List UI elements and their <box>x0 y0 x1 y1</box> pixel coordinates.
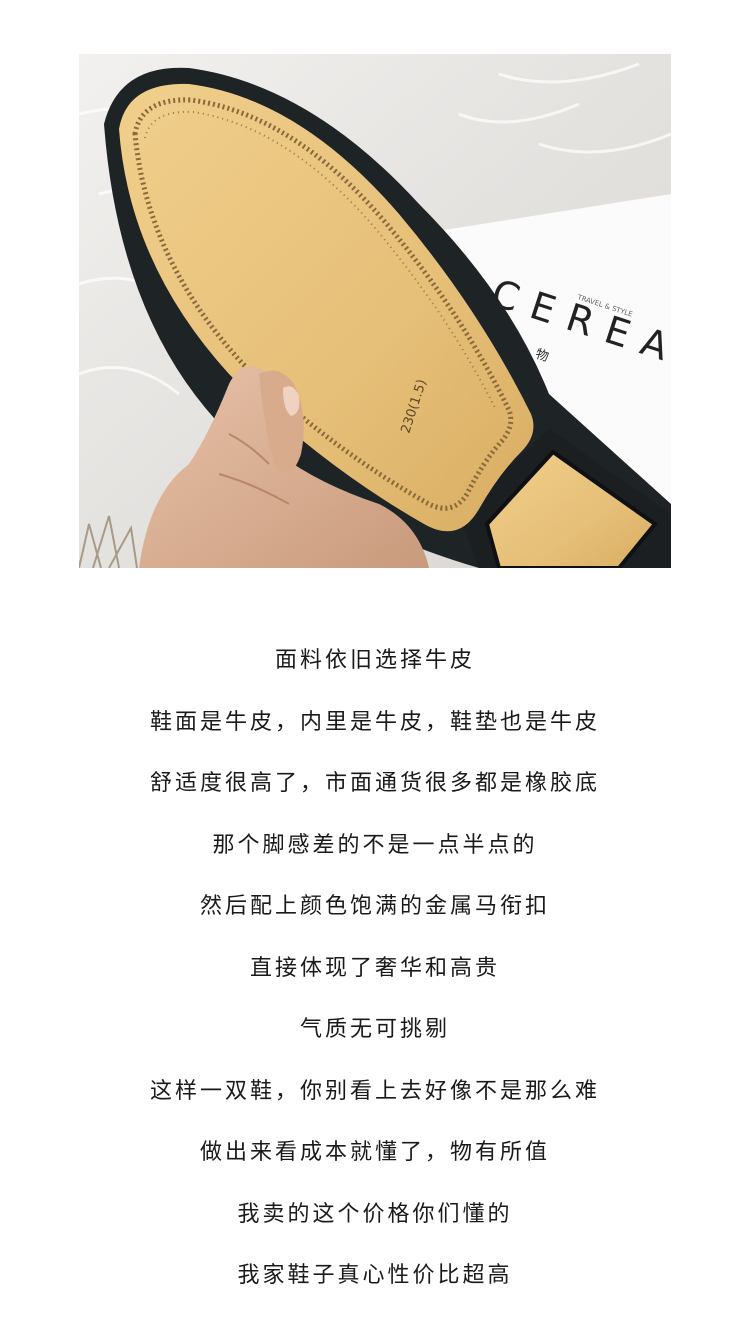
description-line: 我家鞋子真心性价比超高 <box>237 1263 513 1288</box>
description-line: 这样一双鞋，你别看上去好像不是那么难 <box>149 1078 600 1104</box>
description-line: 做出来看成本就懂了，物有所值 <box>199 1140 550 1165</box>
description-line: 直接体现了奢华和高贵 <box>249 955 500 981</box>
description-line: 鞋面是牛皮，内里是牛皮，鞋垫也是牛皮 <box>149 709 600 735</box>
description-line: 我卖的这个价格你们懂的 <box>237 1201 513 1227</box>
description-line: 舒适度很高了，市面通货很多都是橡胶底 <box>149 771 600 796</box>
description-line: 那个脚感差的不是一点半点的 <box>212 832 538 858</box>
shoe-sole-image: CEREAL TRAVEL & STYLE 谷物 230(1.5) <box>79 54 671 568</box>
product-photo: CEREAL TRAVEL & STYLE 谷物 230(1.5) <box>79 54 671 568</box>
description-line: 气质无可挑剔 <box>299 1017 450 1042</box>
description-line: 然后配上颜色饱满的金属马衔扣 <box>199 894 550 919</box>
description-line: 面料依旧选择牛皮 <box>274 648 475 673</box>
product-description: 面料依旧选择牛皮 鞋面是牛皮，内里是牛皮，鞋垫也是牛皮 舒适度很高了，市面通货很… <box>0 636 750 1313</box>
